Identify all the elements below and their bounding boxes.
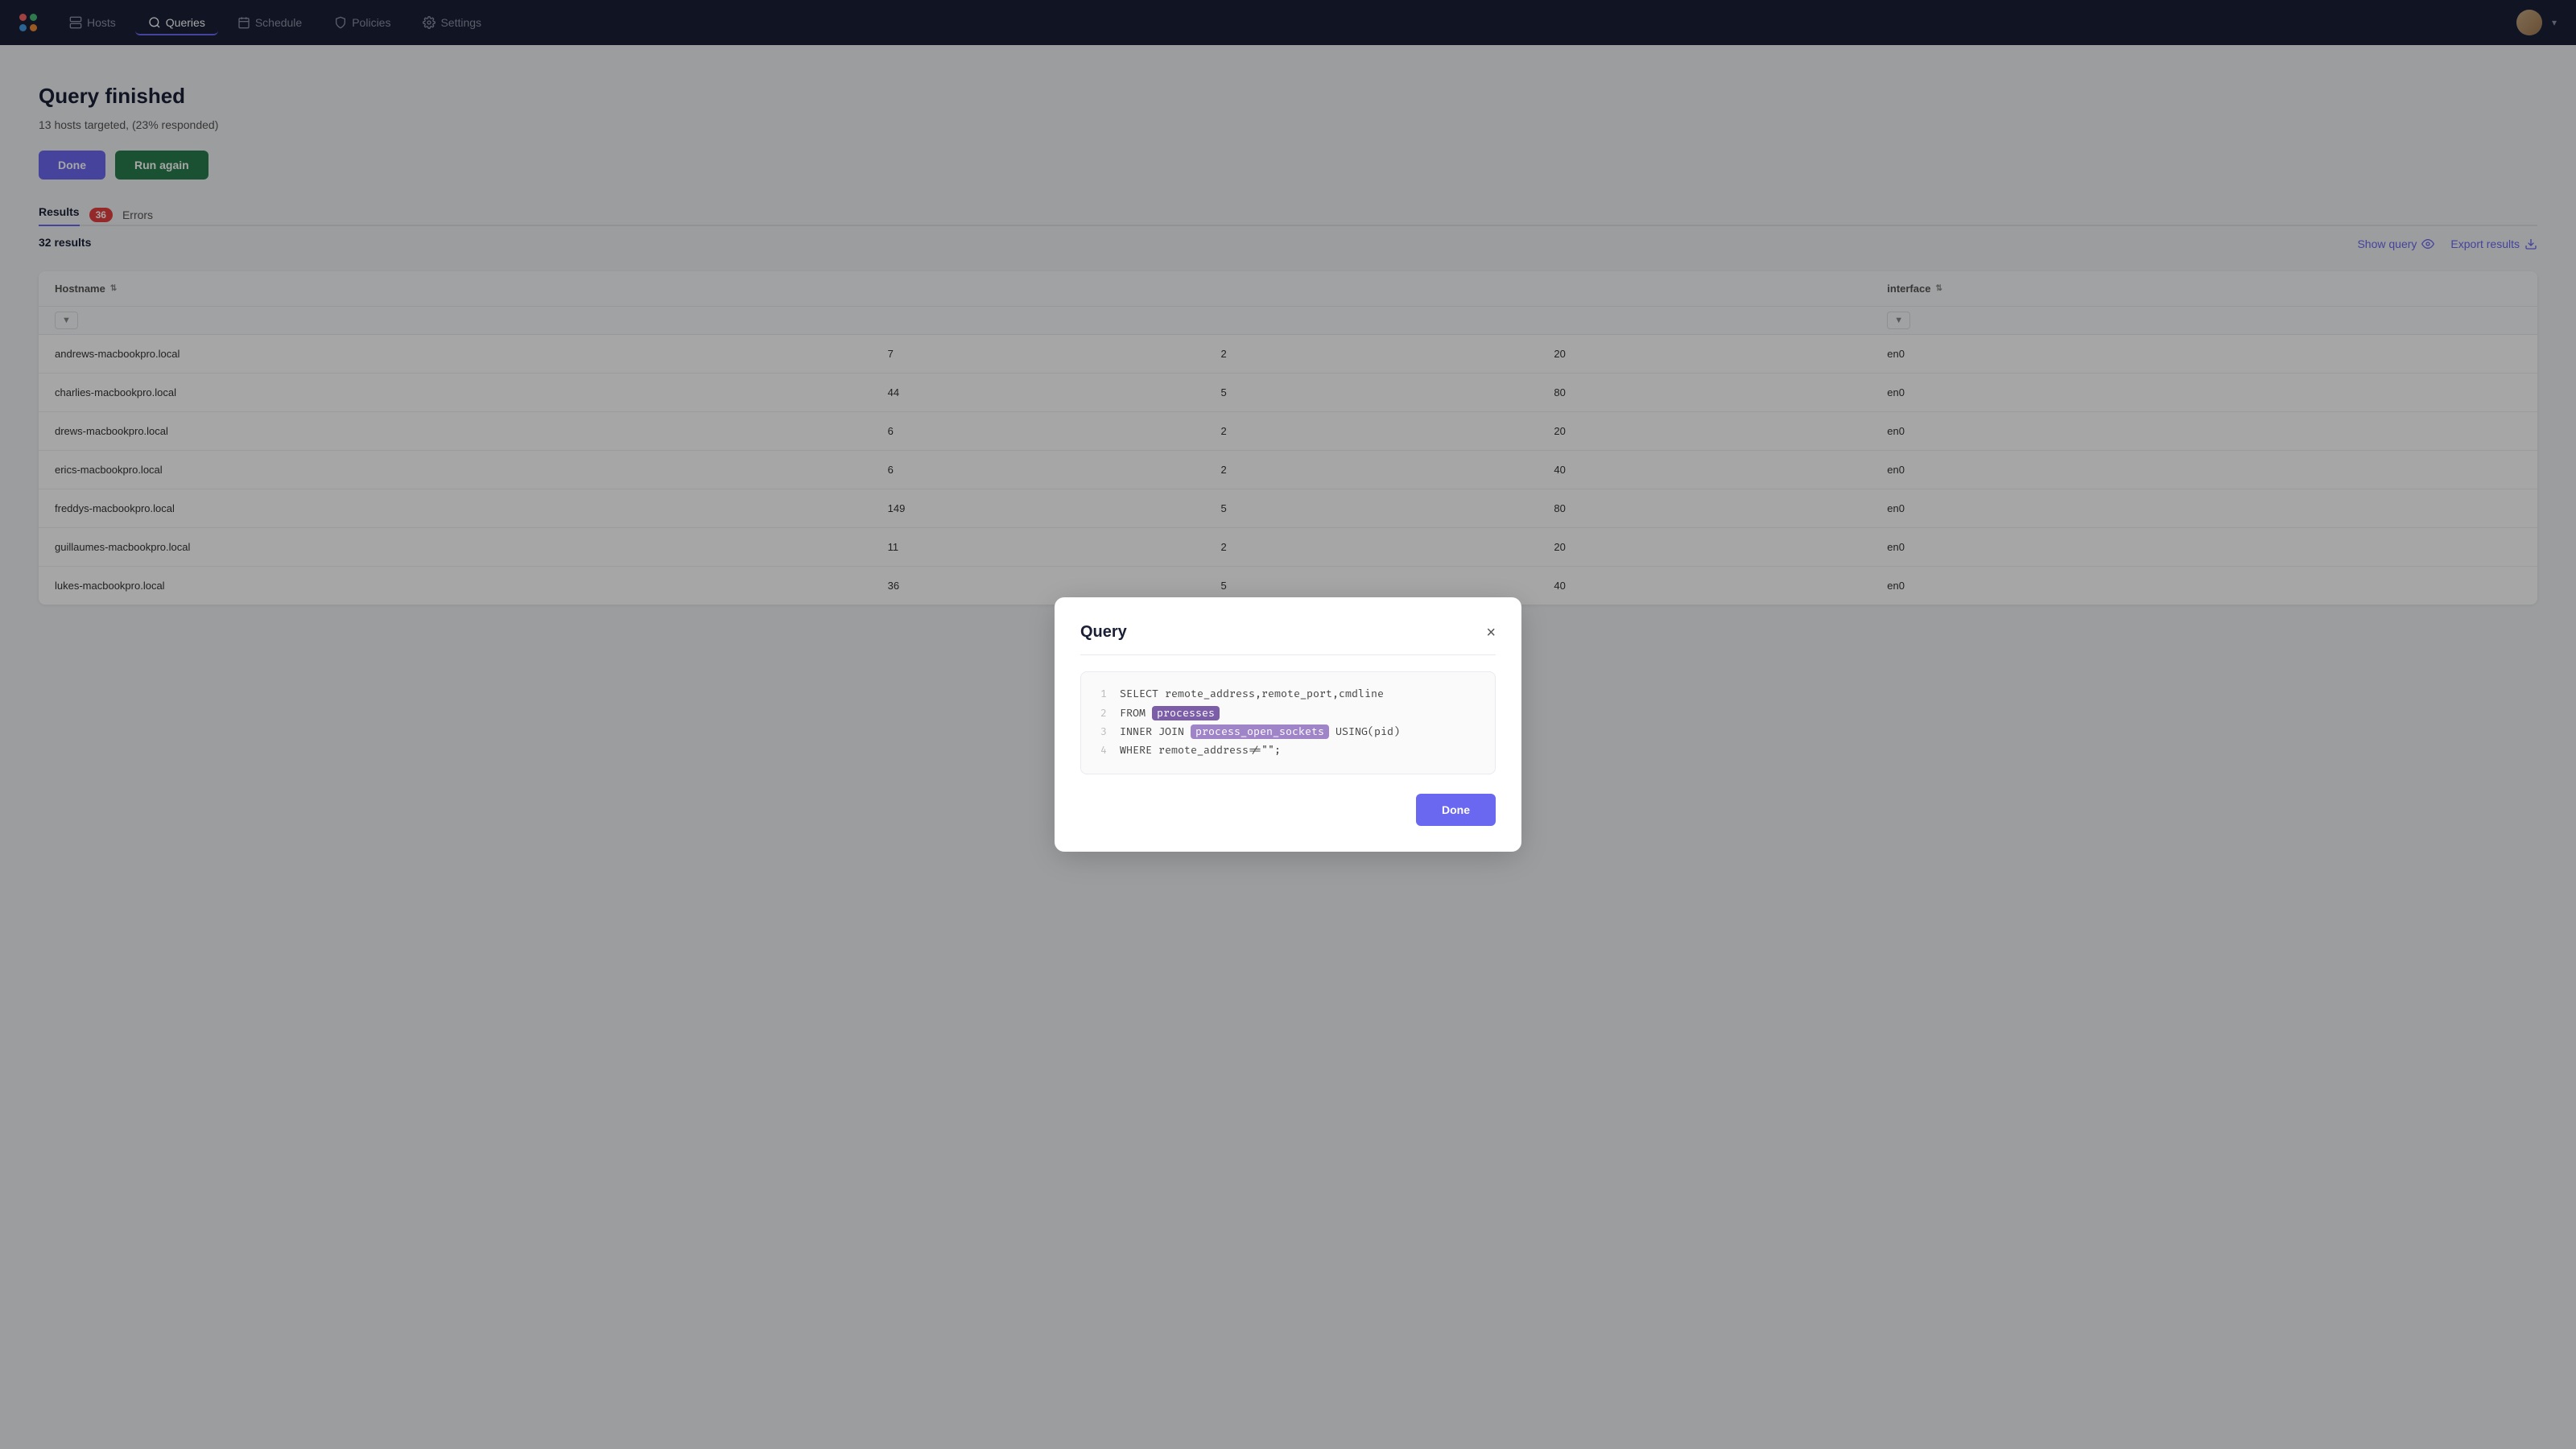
query-modal: Query × 1 SELECT remote_address,remote_p…: [1055, 597, 1521, 852]
code-line-1: 1 SELECT remote_address,remote_port,cmdl…: [1094, 685, 1482, 704]
modal-done-button[interactable]: Done: [1416, 794, 1496, 826]
modal-overlay[interactable]: Query × 1 SELECT remote_address,remote_p…: [0, 0, 2576, 1449]
code-line-2: 2 FROM processes: [1094, 704, 1482, 723]
code-line-4: 4 WHERE remote_address!="";: [1094, 741, 1482, 760]
modal-close-button[interactable]: ×: [1486, 625, 1496, 641]
code-line-3: 3 INNER JOIN process_open_sockets USING(…: [1094, 723, 1482, 741]
code-block: 1 SELECT remote_address,remote_port,cmdl…: [1080, 671, 1496, 774]
modal-footer: Done: [1080, 794, 1496, 826]
modal-header: Query ×: [1080, 623, 1496, 655]
modal-title: Query: [1080, 623, 1127, 642]
